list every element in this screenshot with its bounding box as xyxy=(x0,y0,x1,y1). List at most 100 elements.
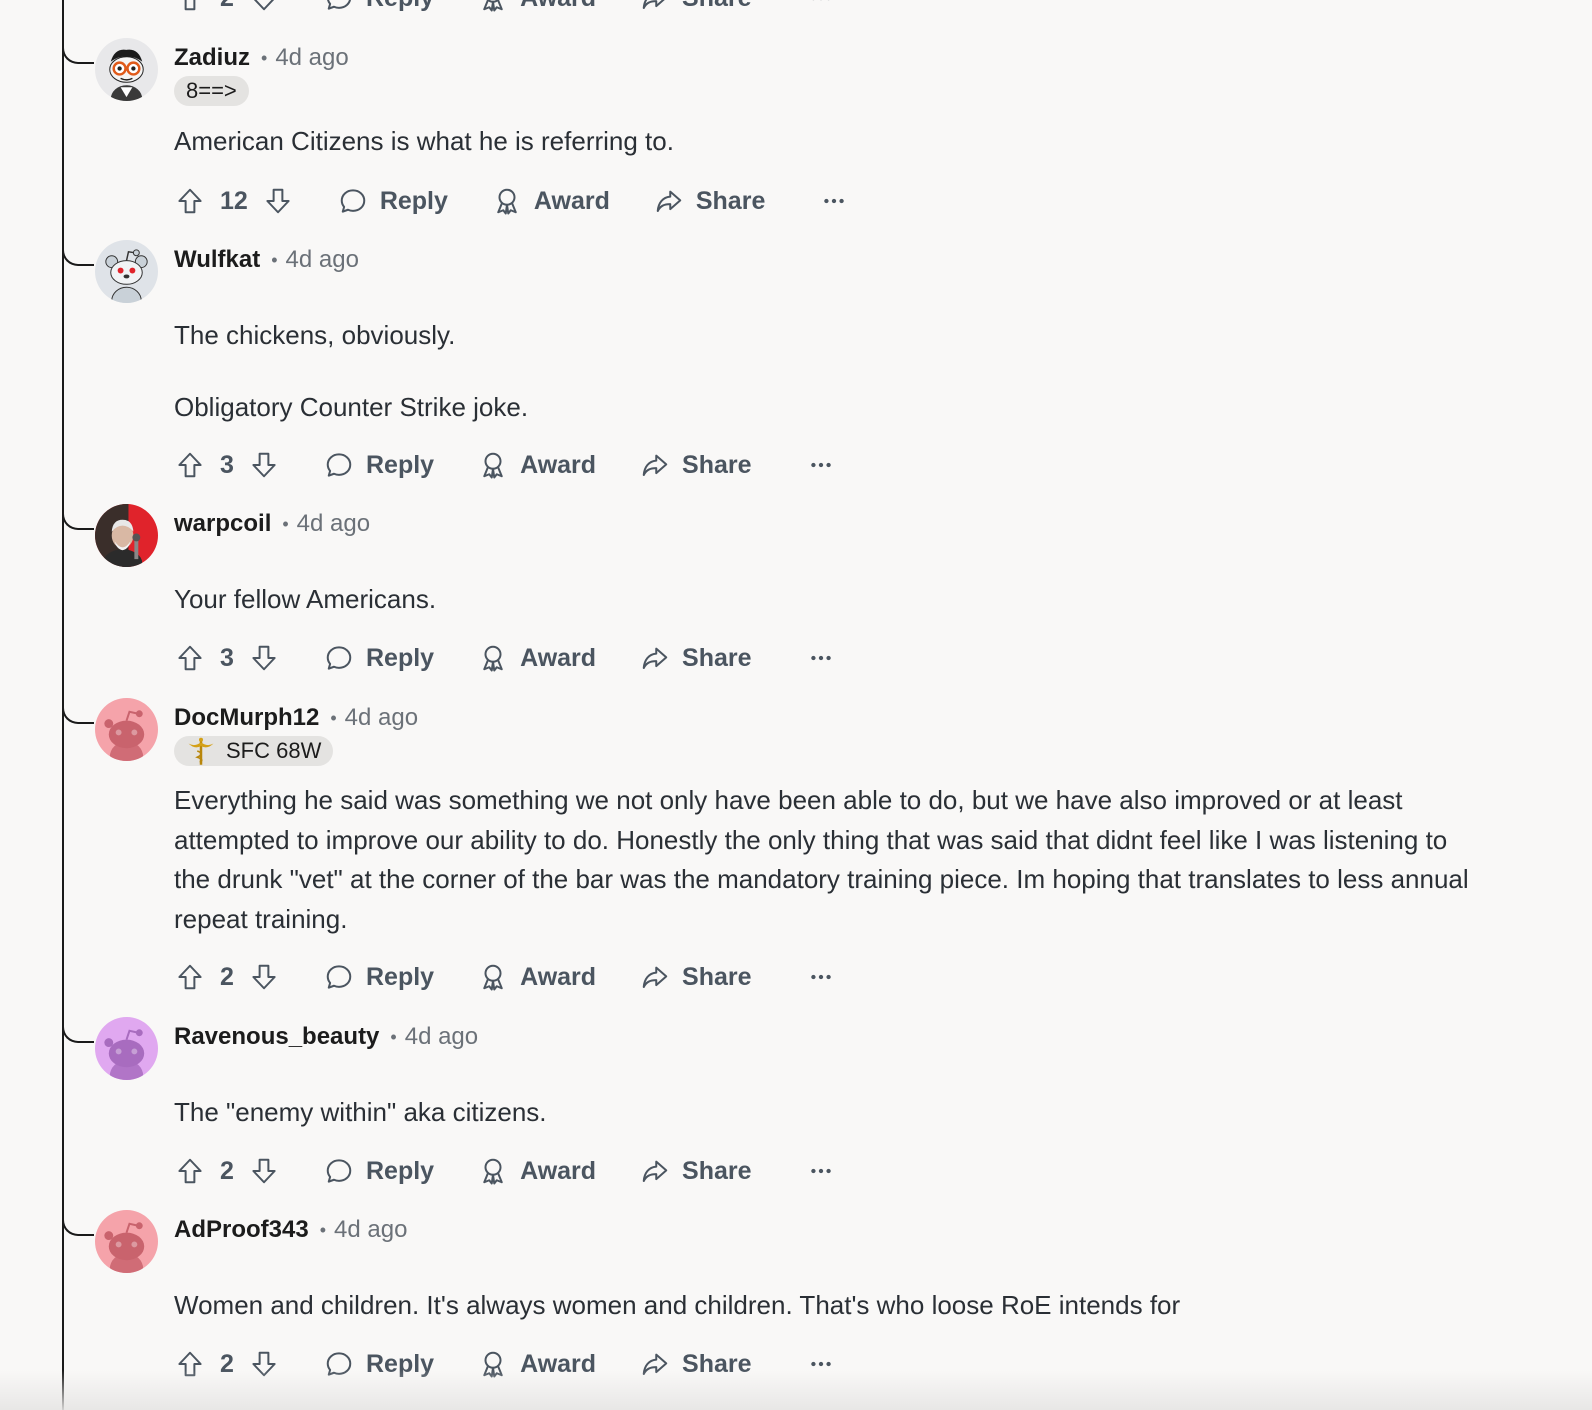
separator-dot: • xyxy=(261,47,268,68)
award-button[interactable]: Award xyxy=(478,450,596,480)
comment-paragraph: Everything he said was something we not … xyxy=(174,785,1469,934)
more-options-icon[interactable] xyxy=(808,0,834,11)
thread-branch xyxy=(62,504,94,530)
comment-body: The chickens, obviously. Obligatory Coun… xyxy=(174,316,1474,427)
award-button[interactable]: Award xyxy=(478,1156,596,1186)
reply-button[interactable]: Reply xyxy=(324,643,434,673)
comment-meta: warpcoil • 4d ago xyxy=(174,508,370,540)
comment-paragraph: The "enemy within" aka citizens. xyxy=(174,1097,547,1127)
share-icon xyxy=(640,1156,670,1186)
separator-dot: • xyxy=(319,1219,327,1240)
upvote-icon[interactable] xyxy=(174,1153,206,1189)
comment-actions: 2 Reply Award Share xyxy=(174,1151,834,1191)
avatar[interactable] xyxy=(95,1017,158,1080)
share-button[interactable]: Share xyxy=(654,186,765,216)
avatar[interactable] xyxy=(95,504,158,567)
timestamp[interactable]: 4d ago xyxy=(405,1023,478,1051)
comment-meta: DocMurph12 • 4d ago xyxy=(174,702,418,734)
upvote-icon[interactable] xyxy=(174,959,206,995)
vote-score: 3 xyxy=(220,450,234,479)
vote-score: 3 xyxy=(220,643,234,672)
more-options-icon[interactable] xyxy=(808,645,834,671)
more-options-icon[interactable] xyxy=(808,452,834,478)
vote-controls: 3 xyxy=(174,640,280,676)
reply-icon xyxy=(324,450,354,480)
downvote-icon[interactable] xyxy=(262,183,294,219)
timestamp[interactable]: 4d ago xyxy=(297,510,370,538)
thread-branch xyxy=(62,698,94,724)
reply-button[interactable]: Reply xyxy=(324,1156,434,1186)
downvote-icon[interactable] xyxy=(248,959,280,995)
share-label: Share xyxy=(682,962,752,991)
share-icon xyxy=(640,962,670,992)
share-button[interactable]: Share xyxy=(640,450,752,480)
award-icon xyxy=(478,1156,508,1186)
author-name[interactable]: Ravenous_beauty xyxy=(174,1023,379,1051)
award-button[interactable]: Award xyxy=(478,643,596,673)
award-icon xyxy=(492,186,522,216)
vote-controls: 12 xyxy=(174,183,294,219)
comment-actions: 2 Reply Award Share xyxy=(174,957,834,997)
timestamp[interactable]: 4d ago xyxy=(345,704,418,732)
award-button[interactable]: Award xyxy=(492,186,610,216)
more-options-icon[interactable] xyxy=(808,964,834,990)
reply-button[interactable]: Reply xyxy=(324,450,434,480)
comment-body: The "enemy within" aka citizens. xyxy=(174,1093,1474,1133)
timestamp[interactable]: 4d ago xyxy=(334,1216,407,1244)
share-button[interactable]: Share xyxy=(640,962,752,992)
more-options-icon[interactable] xyxy=(808,1158,834,1184)
avatar[interactable] xyxy=(95,38,158,101)
reply-button[interactable]: Reply xyxy=(324,0,434,13)
avatar[interactable] xyxy=(95,1210,158,1273)
reply-button[interactable]: Reply xyxy=(324,962,434,992)
vote-score: 2 xyxy=(220,0,234,13)
thread-branch xyxy=(62,1210,94,1236)
vote-score: 2 xyxy=(220,1156,234,1185)
avatar[interactable] xyxy=(95,698,158,761)
share-button[interactable]: Share xyxy=(640,0,752,13)
avatar[interactable] xyxy=(95,240,158,303)
reply-button[interactable]: Reply xyxy=(338,186,448,216)
award-icon xyxy=(478,962,508,992)
upvote-icon[interactable] xyxy=(174,183,206,219)
timestamp[interactable]: 4d ago xyxy=(286,246,359,274)
separator-dot: • xyxy=(282,513,289,534)
vote-score: 12 xyxy=(220,186,248,215)
downvote-icon[interactable] xyxy=(248,447,280,483)
share-icon xyxy=(640,450,670,480)
upvote-icon[interactable] xyxy=(174,447,206,483)
timestamp[interactable]: 4d ago xyxy=(275,44,348,72)
downvote-icon[interactable] xyxy=(248,1153,280,1189)
more-options-icon[interactable] xyxy=(821,188,847,214)
author-name[interactable]: AdProof343 xyxy=(174,1216,309,1244)
comment-paragraph: Women and children. It's always women an… xyxy=(174,1290,1181,1320)
author-name[interactable]: Zadiuz xyxy=(174,44,250,72)
downvote-icon[interactable] xyxy=(248,0,280,16)
author-name[interactable]: DocMurph12 xyxy=(174,704,319,732)
share-label: Share xyxy=(695,186,766,215)
award-label: Award xyxy=(520,962,597,991)
comment-body: Everything he said was something we not … xyxy=(174,781,1474,939)
downvote-icon[interactable] xyxy=(248,640,280,676)
share-button[interactable]: Share xyxy=(640,1156,752,1186)
upvote-icon[interactable] xyxy=(174,640,206,676)
comment-body: Your fellow Americans. xyxy=(174,580,1474,620)
award-label: Award xyxy=(520,1156,597,1185)
comment-body: American Citizens is what he is referrin… xyxy=(174,122,1474,162)
author-name[interactable]: Wulfkat xyxy=(174,246,260,274)
user-flair: SFC 68W xyxy=(174,736,334,766)
award-button[interactable]: Award xyxy=(478,0,596,13)
author-name[interactable]: warpcoil xyxy=(174,510,271,538)
comment-paragraph: American Citizens is what he is referrin… xyxy=(174,126,674,156)
award-label: Award xyxy=(520,0,596,13)
caduceus-icon xyxy=(186,736,216,766)
user-flair: 8==> xyxy=(174,76,249,106)
reply-label: Reply xyxy=(366,450,435,479)
share-button[interactable]: Share xyxy=(640,643,752,673)
upvote-icon[interactable] xyxy=(174,0,206,16)
vote-controls: 2 xyxy=(174,959,280,995)
separator-dot: • xyxy=(330,707,337,728)
award-button[interactable]: Award xyxy=(478,962,596,992)
vote-controls: 3 xyxy=(174,447,280,483)
comment-paragraph: The chickens, obviously. xyxy=(174,320,456,350)
